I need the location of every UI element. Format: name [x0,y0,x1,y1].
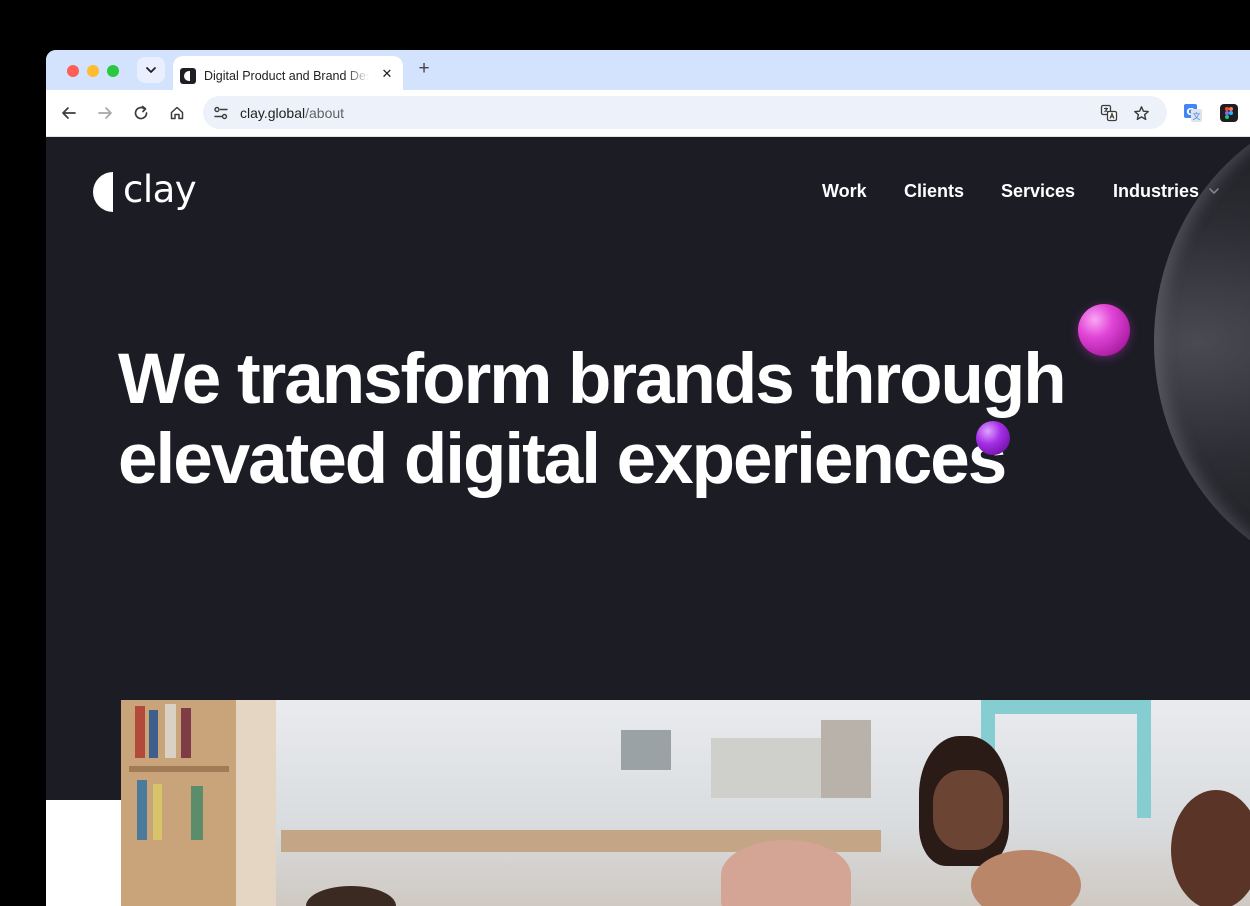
team-photo [121,700,1250,906]
headline-line-2: elevated digital experiences [118,420,1007,499]
home-icon [170,106,184,120]
decorative-sphere [1154,137,1250,582]
arrow-right-icon [98,107,112,119]
arrow-left-icon [62,107,76,119]
nav-clients[interactable]: Clients [904,181,964,202]
reload-button[interactable] [130,102,152,124]
forward-button[interactable] [94,102,116,124]
url-text: clay.global/about [240,105,344,121]
tab-search-button[interactable] [137,57,165,83]
chevron-down-icon [146,67,156,73]
tune-icon[interactable] [212,104,230,122]
site-favicon-icon [180,68,196,84]
close-window-button[interactable] [67,65,79,77]
site-logo[interactable]: clay [91,167,197,214]
tab-strip: Digital Product and Brand Design Agency … [46,50,1250,90]
plus-icon[interactable]: + [414,59,434,79]
home-button[interactable] [166,102,188,124]
decorative-orb-purple [976,421,1010,455]
reload-icon [134,105,148,120]
translate-icon[interactable] [1099,103,1119,123]
hero-headline: We transform brands through elevated digi… [118,340,1158,500]
star-icon[interactable] [1131,103,1151,123]
zoom-window-button[interactable] [107,65,119,77]
browser-toolbar: clay.global/about G文 [46,90,1250,137]
nav-work[interactable]: Work [822,181,867,202]
close-icon[interactable]: ✕ [379,66,395,82]
back-button[interactable] [58,102,80,124]
google-translate-icon[interactable]: G文 [1184,104,1202,122]
nav-industries[interactable]: Industries [1113,181,1199,202]
svg-text:文: 文 [1193,111,1201,121]
clay-logo-icon [93,172,113,212]
url-domain: clay.global [240,105,306,121]
headline-line-1: We transform brands through [118,340,1067,419]
chevron-down-icon[interactable] [1207,184,1221,198]
url-path: /about [305,105,345,121]
figma-icon[interactable] [1220,104,1238,122]
browser-window: Digital Product and Brand Design Agency … [46,50,1250,906]
active-tab[interactable]: Digital Product and Brand Design Agency … [173,56,403,90]
logo-text: clay [123,167,197,211]
web-page: clay Work Clients Services Industries We… [46,137,1250,906]
minimize-window-button[interactable] [87,65,99,77]
tab-title: Digital Product and Brand Design Agency [204,69,369,83]
nav-services[interactable]: Services [1001,181,1075,202]
address-bar[interactable]: clay.global/about [203,96,1167,129]
